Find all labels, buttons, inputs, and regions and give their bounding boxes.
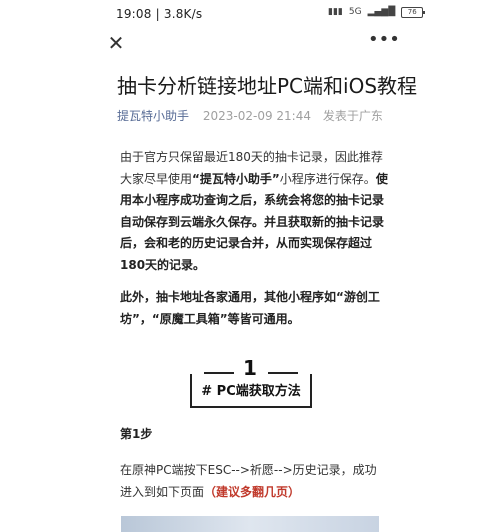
article-meta: 提瓦特小助手 2023-02-09 21:44 发表于广东 [117, 107, 383, 124]
paragraph-step1: 在原神PC端按下ESC-->祈愿-->历史记录，成功进入到如下页面（建议多翻几页… [120, 460, 388, 503]
section-title: # PC端获取方法 [201, 384, 301, 399]
paragraph-intro-c: 小程序进行保存。 [279, 171, 376, 186]
paragraph-intro-bold: 使用本小程序成功查询之后，系统会将您的抽卡记录自动保存到云端永久保存。并且获取新… [120, 171, 388, 272]
status-time-speed: 19:08 | 3.8K/s [116, 7, 203, 21]
nav-bar: ✕ ••• [0, 30, 500, 60]
paragraph-intro: 由于官方只保留最近180天的抽卡记录，因此推荐大家尽早使用“提瓦特小助手”小程序… [120, 147, 388, 276]
publish-location: 发表于广东 [322, 109, 383, 123]
paragraph-compat: 此外，抽卡地址各家通用，其他小程序如“游创工坊”，“原魔工具箱”等皆可通用。 [120, 287, 388, 330]
status-bar: 19:08 | 3.8K/s ▮▮▮ 5G ▂▄▆█ 76 [0, 0, 500, 30]
more-dots-icon[interactable]: ••• [368, 31, 400, 52]
article-image [121, 516, 379, 532]
tip-highlight: （建议多翻几页） [204, 484, 301, 499]
article-title: 抽卡分析链接地址PC端和iOS教程 [117, 74, 418, 98]
battery-icon: 76 [401, 7, 426, 18]
network-type: 5G [348, 7, 362, 17]
signal-strength-icon: ▂▄▆█ [367, 7, 396, 17]
paragraph-compat-text: 此外，抽卡地址各家通用，其他小程序如“游创工坊”，“原魔工具箱”等皆可通用。 [120, 290, 380, 326]
close-icon[interactable]: ✕ [106, 33, 126, 53]
signal-icon: ▮▮▮ [328, 7, 343, 17]
status-icons: ▮▮▮ 5G ▂▄▆█ 76 [328, 7, 426, 18]
author-link[interactable]: 提瓦特小助手 [117, 109, 189, 123]
app-name-highlight: “提瓦特小助手” [192, 171, 280, 186]
publish-date: 2023-02-09 21:44 [202, 109, 311, 123]
step-label: 第1步 [120, 427, 153, 441]
